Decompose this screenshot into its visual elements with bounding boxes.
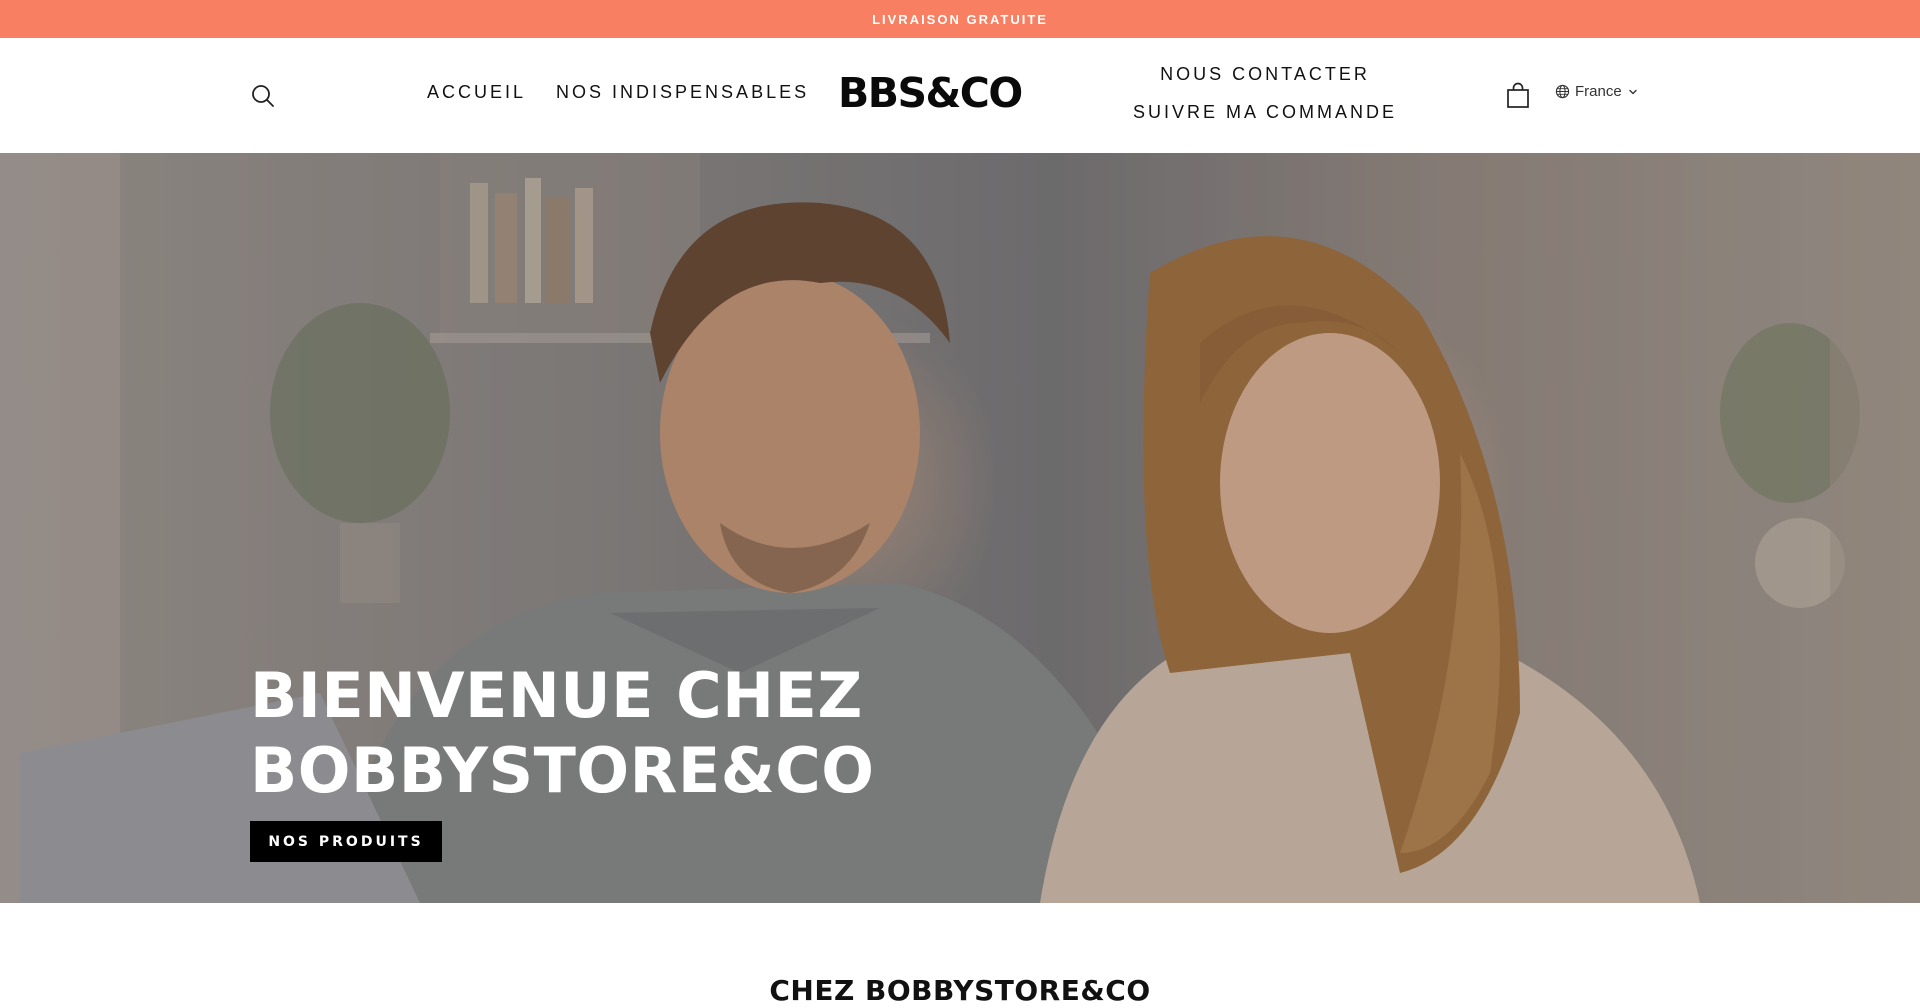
- cart-button[interactable]: [1505, 82, 1531, 110]
- nav-link-nous-contacter[interactable]: NOUS CONTACTER: [1160, 62, 1370, 86]
- nav-link-nos-indispensables[interactable]: NOS INDISPENSABLES: [556, 80, 809, 104]
- announcement-text: LIVRAISON GRATUITE: [872, 11, 1048, 27]
- nos-produits-button[interactable]: NOS PRODUITS: [250, 821, 442, 862]
- search-icon: [252, 85, 274, 107]
- nav-link-accueil[interactable]: ACCUEIL: [427, 80, 526, 104]
- site-logo[interactable]: BBS&CO: [838, 68, 1023, 118]
- locale-selector[interactable]: France: [1555, 83, 1639, 100]
- chevron-down-icon: [1628, 89, 1637, 94]
- nav-link-suivre-ma-commande[interactable]: SUIVRE MA COMMANDE: [1133, 100, 1397, 124]
- shopping-bag-icon: [1507, 82, 1529, 108]
- main-nav-left: ACCUEIL NOS INDISPENSABLES: [427, 80, 809, 104]
- search-button[interactable]: [249, 82, 277, 110]
- site-header: ACCUEIL NOS INDISPENSABLES BBS&CO NOUS C…: [0, 38, 1920, 153]
- hero-banner: BIENVENUE CHEZ BOBBYSTORE&CO NOS PRODUIT…: [0, 153, 1920, 903]
- main-nav-right: NOUS CONTACTER SUIVRE MA COMMANDE: [1130, 62, 1400, 124]
- announcement-bar: LIVRAISON GRATUITE: [0, 0, 1920, 38]
- section-heading: CHEZ BOBBYSTORE&CO: [769, 974, 1151, 1007]
- hero-title: BIENVENUE CHEZ BOBBYSTORE&CO: [250, 659, 875, 807]
- globe-icon: [1555, 84, 1570, 99]
- locale-label: France: [1575, 83, 1622, 100]
